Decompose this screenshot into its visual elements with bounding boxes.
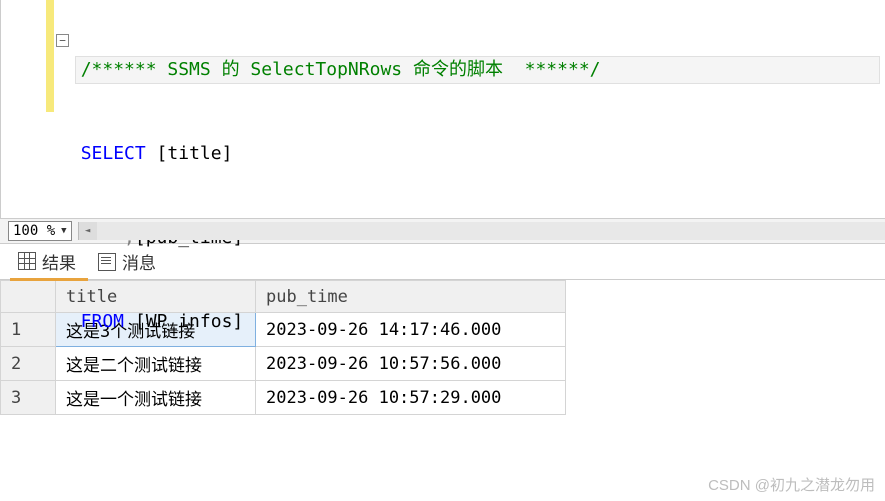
keyword-from: FROM — [59, 311, 124, 332]
table-name: [WP_infos] — [124, 311, 243, 332]
code-text[interactable]: /****** SSMS 的 SelectTopNRows 命令的脚本 ****… — [59, 0, 885, 392]
sql-comment: /****** SSMS 的 SelectTopNRows 命令的脚本 ****… — [81, 59, 601, 80]
zoom-value: 100 % — [13, 223, 55, 239]
watermark-text: CSDN @初九之潜龙勿用 — [708, 474, 875, 495]
row-number[interactable]: 1 — [1, 313, 56, 347]
change-marker — [46, 0, 54, 112]
keyword-select: SELECT — [81, 143, 146, 164]
corner-cell[interactable] — [1, 281, 56, 313]
fold-collapse-icon[interactable] — [56, 34, 69, 47]
sql-editor-pane[interactable]: /****** SSMS 的 SelectTopNRows 命令的脚本 ****… — [0, 0, 885, 218]
row-number[interactable]: 3 — [1, 381, 56, 415]
row-number[interactable]: 2 — [1, 347, 56, 381]
editor-gutter — [1, 0, 46, 218]
scroll-left-icon[interactable]: ◄ — [79, 222, 97, 240]
messages-icon — [98, 253, 116, 271]
grid-icon — [18, 252, 36, 270]
horizontal-scrollbar[interactable]: ◄ — [78, 222, 885, 240]
col-title: [title] — [146, 143, 233, 164]
